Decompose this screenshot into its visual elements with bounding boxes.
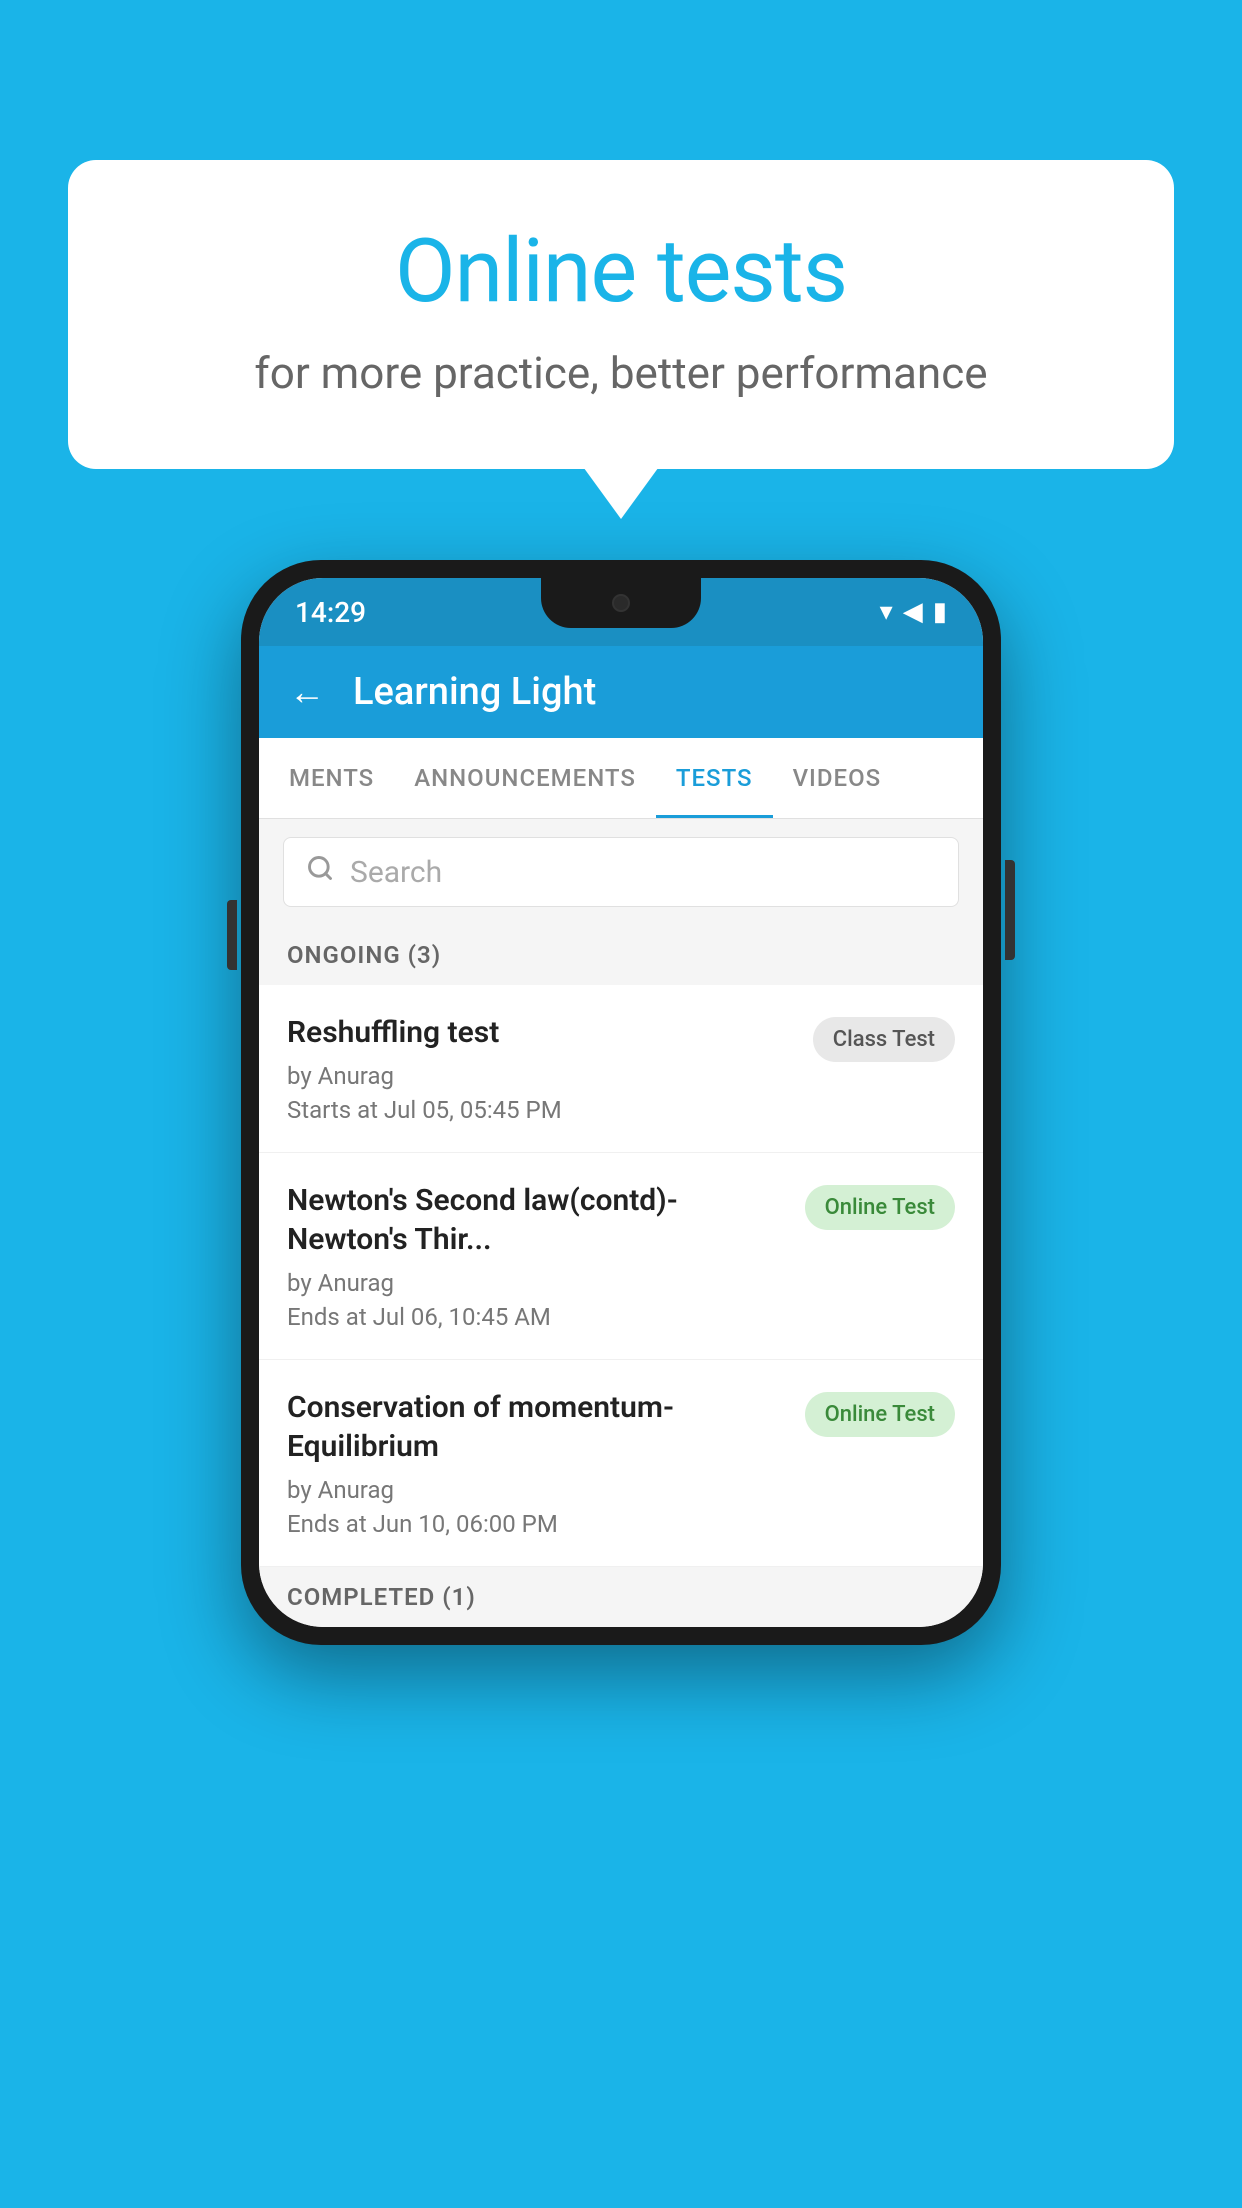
test-info-2: Newton's Second law(contd)-Newton's Thir… (287, 1181, 805, 1331)
test-title-3: Conservation of momentum-Equilibrium (287, 1388, 785, 1466)
test-title-2: Newton's Second law(contd)-Newton's Thir… (287, 1181, 785, 1259)
phone-outer: 14:29 ▾ ◀ ▮ ← Learning Light MENTS ANNOU… (241, 560, 1001, 1645)
test-date-3: Ends at Jun 10, 06:00 PM (287, 1510, 785, 1538)
bubble-title: Online tests (148, 220, 1094, 323)
search-input-wrapper[interactable]: Search (283, 837, 959, 907)
test-item-2[interactable]: Newton's Second law(contd)-Newton's Thir… (259, 1153, 983, 1360)
test-author-3: by Anurag (287, 1476, 785, 1504)
search-container: Search (259, 819, 983, 925)
battery-icon: ▮ (933, 597, 947, 627)
app-header: ← Learning Light (259, 646, 983, 738)
camera-dot (612, 594, 630, 612)
notch (541, 578, 701, 628)
search-placeholder: Search (350, 855, 442, 890)
back-button[interactable]: ← (289, 674, 325, 710)
test-item-3[interactable]: Conservation of momentum-Equilibrium by … (259, 1360, 983, 1567)
test-author-1: by Anurag (287, 1062, 793, 1090)
phone-mockup: 14:29 ▾ ◀ ▮ ← Learning Light MENTS ANNOU… (241, 560, 1001, 1645)
status-icons: ▾ ◀ ▮ (880, 597, 947, 627)
tabs-bar: MENTS ANNOUNCEMENTS TESTS VIDEOS (259, 738, 983, 819)
test-item-1[interactable]: Reshuffling test by Anurag Starts at Jul… (259, 985, 983, 1153)
wifi-icon: ▾ (880, 597, 893, 627)
test-author-2: by Anurag (287, 1269, 785, 1297)
tab-videos[interactable]: VIDEOS (773, 738, 902, 818)
speech-bubble: Online tests for more practice, better p… (68, 160, 1174, 469)
tab-ments[interactable]: MENTS (269, 738, 394, 818)
test-info-3: Conservation of momentum-Equilibrium by … (287, 1388, 805, 1538)
bubble-subtitle: for more practice, better performance (148, 347, 1094, 399)
test-badge-3: Online Test (805, 1392, 955, 1437)
phone-screen: 14:29 ▾ ◀ ▮ ← Learning Light MENTS ANNOU… (259, 578, 983, 1627)
tab-announcements[interactable]: ANNOUNCEMENTS (394, 738, 656, 818)
test-badge-2: Online Test (805, 1185, 955, 1230)
section-ongoing-label: ONGOING (3) (259, 925, 983, 985)
status-time: 14:29 (295, 596, 366, 629)
speech-bubble-container: Online tests for more practice, better p… (68, 160, 1174, 469)
test-info-1: Reshuffling test by Anurag Starts at Jul… (287, 1013, 813, 1124)
test-date-1: Starts at Jul 05, 05:45 PM (287, 1096, 793, 1124)
test-title-1: Reshuffling test (287, 1013, 793, 1052)
signal-icon: ◀ (903, 597, 923, 627)
tab-tests[interactable]: TESTS (656, 738, 773, 818)
section-completed-label: COMPLETED (1) (259, 1567, 983, 1627)
status-bar: 14:29 ▾ ◀ ▮ (259, 578, 983, 646)
app-title: Learning Light (353, 670, 596, 714)
test-date-2: Ends at Jul 06, 10:45 AM (287, 1303, 785, 1331)
test-badge-1: Class Test (813, 1017, 955, 1062)
search-icon (306, 854, 334, 890)
